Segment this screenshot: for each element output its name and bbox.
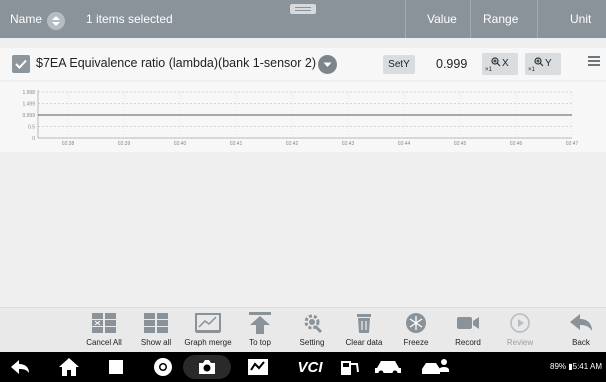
value-column-label: Value [427,12,457,26]
vci-label: VCI [297,358,323,376]
nav-service-button[interactable] [417,355,453,379]
menu-button[interactable] [585,52,603,70]
unit-column-label: Unit [570,12,592,26]
show-all-button[interactable]: Show all [131,308,181,353]
graph-x-tick: 02:42 [286,141,299,147]
record-icon [457,317,479,329]
graph-merge-icon [195,313,221,333]
review-icon [510,313,530,333]
car-icon [375,361,401,376]
back-arrow-icon [11,360,29,374]
pid-row: $7EA Equivalence ratio (lambda)(bank 1-s… [0,48,606,80]
cancel-all-button[interactable]: Cancel All [79,308,129,353]
graph-y-tick: 1.499 [22,101,35,107]
to-top-icon [249,312,271,334]
pid-graph: 1.998 1.499 0.999 0.5 0 02:38 02:39 02:40 02:41 0… [0,82,606,152]
nav-datalogging-button[interactable] [245,355,271,379]
pid-value: 0.999 [436,57,468,71]
set-y-button[interactable]: SetY [383,55,415,74]
graph-y-tick: 0.5 [28,124,35,130]
browser-icon [154,358,172,376]
pid-graph-canvas: 1.998 1.499 0.999 0.5 0 02:38 02:39 02:40 02:41 0… [22,90,579,147]
status-bar-text: 89% ▮5:41 AM [550,362,602,371]
panel-drag-handle[interactable] [290,4,316,14]
range-column-label: Range [483,12,519,26]
show-all-icon [144,313,168,333]
sort-button[interactable] [47,12,65,30]
header-divider [537,0,538,38]
zoom-x-label: X [502,58,509,69]
nav-screenshot-button[interactable] [183,355,231,379]
toolbar-label: Back [572,338,590,347]
toolbar-label: Review [506,338,534,347]
zoom-y-button[interactable]: ×1 Y [525,53,561,75]
pid-checkbox[interactable] [12,55,30,73]
pid-name: $7EA Equivalence ratio (lambda)(bank 1-s… [36,56,317,70]
header-divider [405,0,406,38]
nav-home-button[interactable] [55,355,83,379]
nav-vehicle-button[interactable] [371,355,407,379]
graph-x-tick: 02:46 [510,141,523,147]
graph-merge-button[interactable]: Graph merge [183,308,233,353]
pid-dropdown-button[interactable] [318,55,337,74]
list-header: Name 1 items selected Value Range Unit [0,0,606,38]
clear-data-button[interactable]: Clear data [339,308,389,353]
name-column-label: Name [10,12,43,26]
graph-x-tick: 02:43 [342,141,355,147]
back-button[interactable]: Back [556,308,606,353]
review-button[interactable]: Review [495,308,545,353]
sort-arrows-icon [52,16,60,26]
fuel-pump-icon [341,361,359,375]
camera-icon [199,360,215,374]
graph-y-tick: 1.998 [22,90,35,96]
back-icon [570,314,592,331]
recents-icon [109,360,123,374]
setting-icon [304,314,323,334]
cancel-all-icon [92,313,116,333]
graph-y-tick: 0 [32,136,35,142]
datalog-icon [248,359,268,375]
zoom-multiplier: ×1 [528,67,535,73]
graph-x-tick: 02:39 [118,141,131,147]
checkmark-icon [15,59,27,69]
zoom-in-icon [534,57,544,67]
device-nav-bar: VCI 89% ▮5:41 AM [0,352,606,382]
car-user-icon [422,359,449,374]
home-icon [59,358,79,376]
nav-recents-button[interactable] [104,355,128,379]
nav-obd-button[interactable] [336,355,366,379]
graph-x-tick: 02:41 [230,141,243,147]
chevron-down-icon [323,62,332,67]
nav-back-button[interactable] [6,355,34,379]
freeze-button[interactable]: Freeze [391,308,441,353]
graph-x-tick: 02:45 [454,141,467,147]
graph-x-tick: 02:40 [174,141,187,147]
to-top-button[interactable]: To top [235,308,285,353]
zoom-multiplier: ×1 [485,67,492,73]
graph-x-tick: 02:38 [62,141,75,147]
selected-count-text: 1 items selected [86,12,173,26]
nav-vci-button[interactable]: VCI [290,355,330,379]
nav-browser-button[interactable] [150,355,176,379]
bottom-toolbar: Cancel All Show all Graph merge To top S… [0,307,606,352]
zoom-in-icon [491,57,501,67]
header-divider [470,0,471,38]
freeze-icon [406,313,426,333]
graph-x-tick: 02:44 [398,141,411,147]
record-button[interactable]: Record [443,308,493,353]
setting-button[interactable]: Setting [287,308,337,353]
zoom-y-label: Y [545,58,552,69]
clear-data-icon [357,314,371,333]
zoom-x-button[interactable]: ×1 X [482,53,518,75]
datastream-screen: Name 1 items selected Value Range Unit $… [0,0,606,382]
hamburger-menu-icon [588,56,600,66]
graph-x-tick: 02:47 [566,141,579,147]
empty-list-area [0,152,606,307]
graph-y-tick: 0.999 [22,113,35,119]
